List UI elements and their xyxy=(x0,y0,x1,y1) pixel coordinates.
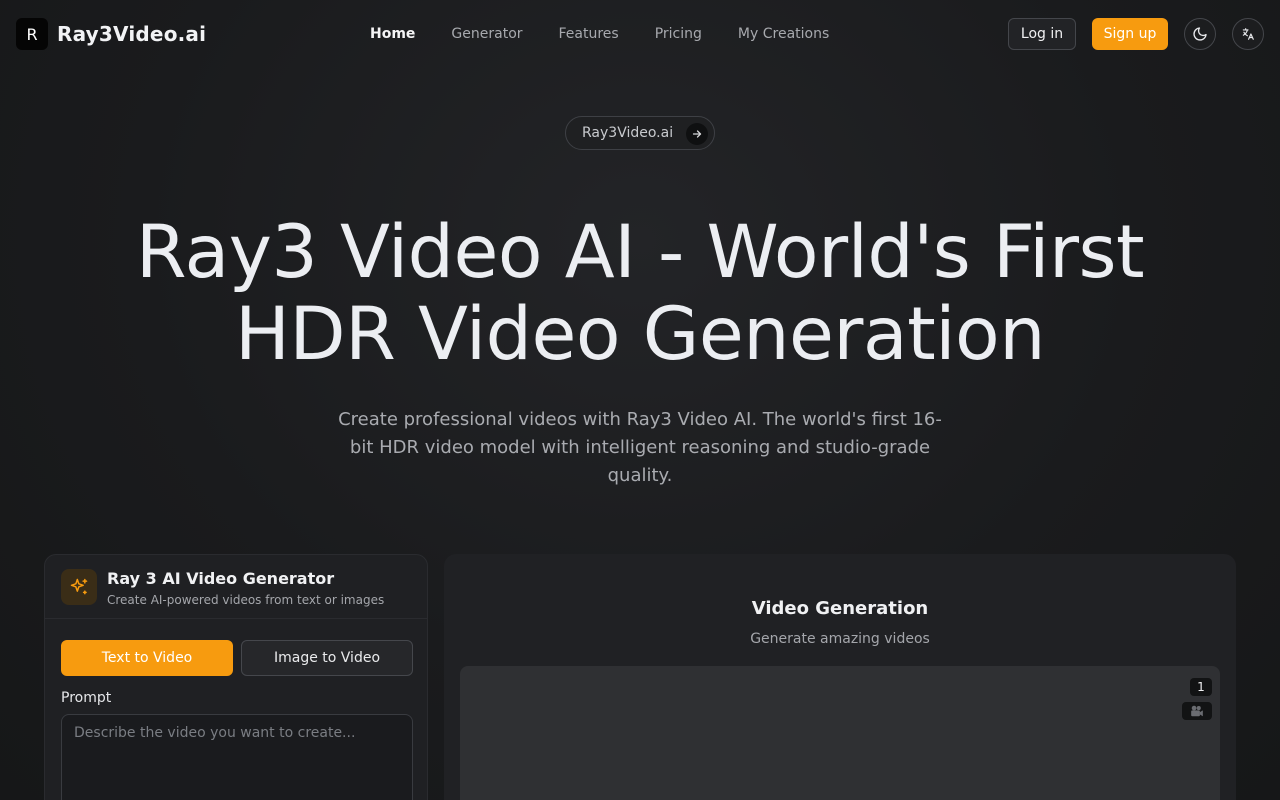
mode-tabs: Text to Video Image to Video xyxy=(61,640,413,676)
brand-logo[interactable]: R Ray3Video.ai xyxy=(16,18,206,50)
video-output-panel: Video Generation Generate amazing videos… xyxy=(444,554,1236,800)
hero-badge-label: Ray3Video.ai xyxy=(582,125,674,141)
theme-toggle-button[interactable] xyxy=(1184,18,1216,50)
nav-item-my-creations[interactable]: My Creations xyxy=(720,24,847,44)
generator-header: Ray 3 AI Video Generator Create AI-power… xyxy=(45,555,427,619)
prompt-input[interactable] xyxy=(61,714,413,800)
translate-icon xyxy=(1242,28,1254,40)
nav-item-generator[interactable]: Generator xyxy=(433,24,540,44)
brand-name: Ray3Video.ai xyxy=(57,22,207,46)
tab-text-to-video[interactable]: Text to Video xyxy=(61,640,233,676)
video-camera-icon xyxy=(1182,702,1212,720)
prompt-label: Prompt xyxy=(61,690,112,706)
generator-title: Ray 3 AI Video Generator xyxy=(107,569,335,588)
moon-icon xyxy=(1193,27,1207,41)
hero-subtitle: Create professional videos with Ray3 Vid… xyxy=(338,409,942,486)
tab-image-to-video[interactable]: Image to Video xyxy=(241,640,413,676)
arrow-right-icon xyxy=(686,123,708,145)
hero-badge-link[interactable]: Ray3Video.ai xyxy=(565,116,715,150)
video-count-badge: 1 xyxy=(1190,678,1212,696)
language-button[interactable] xyxy=(1232,18,1264,50)
output-subtitle: Generate amazing videos xyxy=(750,631,930,647)
nav-item-features[interactable]: Features xyxy=(541,24,637,44)
hero-title: Ray3 Video AI - World's First HDR Video … xyxy=(135,210,1145,377)
generator-description: Create AI-powered videos from text or im… xyxy=(107,593,385,607)
output-title: Video Generation xyxy=(751,598,929,619)
nav-item-home[interactable]: Home xyxy=(352,24,433,44)
top-navigation-bar: R Ray3Video.ai Home Generator Features P… xyxy=(0,0,1280,68)
login-button[interactable]: Log in xyxy=(1008,18,1076,50)
generator-panel: Ray 3 AI Video Generator Create AI-power… xyxy=(44,554,428,800)
main-nav: Home Generator Features Pricing My Creat… xyxy=(352,24,847,44)
sparkles-icon xyxy=(61,569,97,605)
signup-button[interactable]: Sign up xyxy=(1092,18,1168,50)
logo-mark: R xyxy=(16,18,48,50)
video-preview-area: 1 xyxy=(460,666,1220,800)
nav-item-pricing[interactable]: Pricing xyxy=(637,24,720,44)
